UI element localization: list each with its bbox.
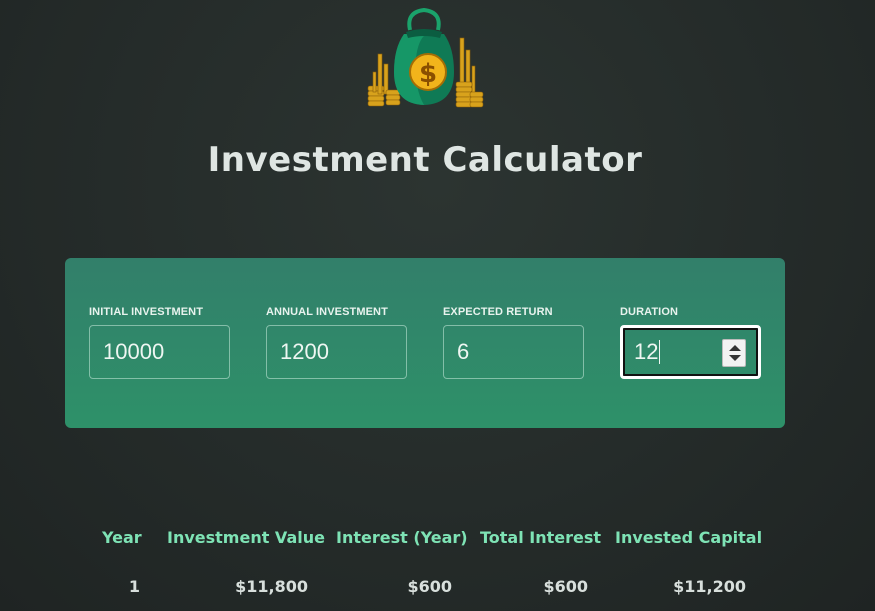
cell-year: 1 [128, 577, 140, 596]
annual-investment-field: ANNUAL INVESTMENT 1200 [266, 306, 408, 379]
header-investment-value: Investment Value [167, 528, 325, 547]
spinner-down-icon[interactable] [729, 355, 741, 361]
cell-investment-value: $11,800 [235, 577, 308, 596]
number-spinner[interactable] [722, 339, 746, 367]
duration-field: DURATION 12 [620, 306, 762, 379]
header-year: Year [102, 528, 142, 547]
initial-investment-label: INITIAL INVESTMENT [89, 306, 204, 318]
duration-label: DURATION [620, 306, 679, 318]
duration-input[interactable]: 12 [620, 325, 761, 379]
initial-investment-field: INITIAL INVESTMENT 10000 [89, 306, 231, 379]
text-caret [659, 340, 661, 364]
input-panel: INITIAL INVESTMENT 10000 ANNUAL INVESTME… [65, 258, 785, 428]
header-interest-year: Interest (Year) [336, 528, 468, 547]
initial-investment-value: 10000 [103, 339, 165, 364]
page-title: Investment Calculator [207, 140, 643, 180]
expected-return-input[interactable]: 6 [443, 325, 584, 379]
svg-text:$: $ [419, 59, 437, 89]
cell-invested-capital: $11,200 [673, 577, 746, 596]
annual-investment-label: ANNUAL INVESTMENT [266, 306, 388, 318]
cell-total-interest: $600 [543, 577, 588, 596]
duration-value: 12 [634, 339, 659, 364]
annual-investment-input[interactable]: 1200 [266, 325, 407, 379]
initial-investment-input[interactable]: 10000 [89, 325, 230, 379]
header-invested-capital: Invested Capital [615, 528, 763, 547]
spinner-up-icon[interactable] [729, 345, 741, 351]
cell-interest-year: $600 [407, 577, 452, 596]
annual-investment-value: 1200 [280, 339, 329, 364]
expected-return-label: EXPECTED RETURN [443, 306, 553, 318]
expected-return-value: 6 [457, 339, 470, 364]
expected-return-field: EXPECTED RETURN 6 [443, 306, 585, 379]
header-total-interest: Total Interest [480, 528, 602, 547]
money-bag-logo: $ [364, 7, 486, 108]
